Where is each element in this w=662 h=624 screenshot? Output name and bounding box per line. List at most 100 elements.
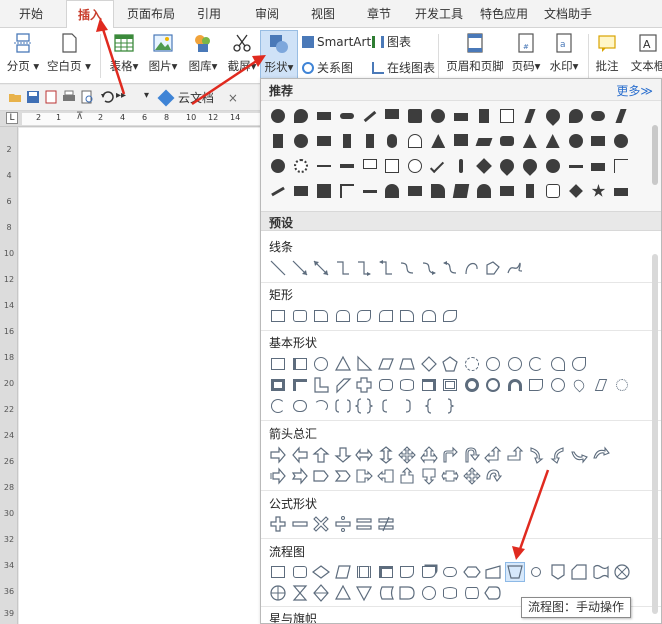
recommended-shape[interactable] [359, 155, 381, 177]
recommended-shape[interactable] [313, 180, 335, 202]
flowchart-card-shape[interactable] [570, 563, 588, 581]
right-arrow-shape[interactable] [269, 446, 287, 464]
recommended-shape[interactable] [587, 180, 609, 202]
recommended-shape[interactable] [313, 155, 335, 177]
elbow-double-arrow-shape[interactable] [377, 259, 395, 277]
curved-left-arrow-shape[interactable] [549, 446, 567, 464]
blank-page-button[interactable]: 空白页 ▾ [44, 30, 94, 82]
lightning-bolt-shape[interactable] [592, 376, 610, 394]
smiley-face-shape[interactable] [549, 376, 567, 394]
elbow-arrow-connector-shape[interactable] [355, 259, 373, 277]
recommended-shape[interactable] [565, 130, 587, 152]
left-arrow-shape[interactable] [291, 446, 309, 464]
recommended-shape[interactable] [473, 130, 495, 152]
donut-shape[interactable] [463, 376, 481, 394]
right-arrow-callout-shape[interactable] [355, 467, 373, 485]
flowchart-display-shape[interactable] [484, 584, 502, 602]
recommended-shape[interactable] [542, 180, 564, 202]
tab-references[interactable]: 引用 [192, 0, 226, 28]
close-tab-icon[interactable]: × [228, 91, 238, 105]
flowchart-offpage-connector-shape[interactable] [549, 563, 567, 581]
pentagon-shape[interactable] [441, 355, 459, 373]
divide-equation-shape[interactable] [334, 515, 352, 533]
vertical-ruler[interactable]: 2 4 6 8 10 12 14 16 18 20 22 24 26 28 30… [0, 127, 18, 624]
recommended-shape[interactable] [336, 180, 358, 202]
dodecagon-shape[interactable] [506, 355, 524, 373]
arc-shape[interactable] [312, 397, 330, 415]
multiply-equation-shape[interactable] [312, 515, 330, 533]
no-symbol-shape[interactable] [484, 376, 502, 394]
flowchart-alternate-process-shape[interactable] [291, 563, 309, 581]
curved-double-arrow-shape[interactable] [441, 259, 459, 277]
document-page[interactable] [19, 128, 260, 624]
left-up-arrow-shape[interactable] [484, 446, 502, 464]
recommended-shape[interactable] [404, 155, 426, 177]
diamond-shape[interactable] [420, 355, 438, 373]
pie-shape[interactable] [527, 355, 545, 373]
recommended-shape[interactable] [427, 180, 449, 202]
left-right-up-arrow-shape[interactable] [419, 446, 438, 464]
recommended-shape[interactable] [404, 105, 426, 127]
bevel-shape[interactable] [441, 376, 459, 394]
bent-arrow-shape[interactable] [441, 446, 459, 464]
flowchart-delay-shape[interactable] [398, 584, 416, 602]
flowchart-merge-shape[interactable] [355, 584, 373, 602]
recommended-shape[interactable] [473, 180, 495, 202]
page-break-button[interactable]: 分页 ▾ [4, 30, 42, 82]
tab-home[interactable]: 开始 [14, 0, 48, 28]
flowchart-data-shape[interactable] [334, 563, 352, 581]
recommended-shape[interactable] [267, 130, 289, 152]
curved-right-arrow-shape[interactable] [527, 446, 545, 464]
line-shape[interactable] [269, 259, 287, 277]
tab-page-layout[interactable]: 页面布局 [124, 0, 178, 28]
left-brace-shape[interactable] [420, 397, 438, 415]
recommended-shape[interactable] [381, 105, 403, 127]
tab-stop-icon[interactable]: L [6, 112, 18, 124]
oval-shape[interactable] [312, 355, 330, 373]
flowchart-direct-access-storage-shape[interactable] [463, 584, 481, 602]
flowchart-manual-input-shape[interactable] [484, 563, 502, 581]
recommended-shape[interactable] [496, 155, 518, 177]
flowchart-or-shape[interactable] [269, 584, 287, 602]
recommended-shape[interactable] [313, 105, 335, 127]
curved-up-arrow-shape[interactable] [570, 446, 588, 464]
flowchart-internal-storage-shape[interactable] [377, 563, 395, 581]
export-pdf-icon[interactable] [44, 90, 58, 104]
recommended-shape[interactable] [290, 130, 312, 152]
recommended-shape[interactable] [427, 130, 449, 152]
flowchart-collate-shape[interactable] [291, 584, 309, 602]
recommended-shape[interactable] [336, 105, 358, 127]
striped-right-arrow-shape[interactable] [269, 467, 287, 485]
recommended-shape[interactable] [587, 105, 609, 127]
round-same-side-rectangle-shape[interactable] [420, 307, 438, 325]
recommended-scrollbar[interactable] [652, 125, 658, 185]
textbox-shape[interactable] [269, 355, 287, 373]
up-down-arrow-shape[interactable] [377, 446, 395, 464]
recommended-shape[interactable] [587, 130, 609, 152]
recommended-shape[interactable] [610, 130, 632, 152]
tab-section[interactable]: 章节 [362, 0, 396, 28]
left-right-arrow-callout-shape[interactable] [441, 467, 459, 485]
recommended-shape[interactable] [267, 105, 289, 127]
relation-chart-button[interactable]: 关系图 [302, 58, 353, 78]
flowchart-terminator-shape[interactable] [441, 563, 459, 581]
smartart-button[interactable]: SmartArt [302, 32, 371, 52]
recommended-shape[interactable] [587, 155, 609, 177]
recommended-shape[interactable] [450, 155, 472, 177]
recommended-shape[interactable] [473, 105, 495, 127]
recommended-shape[interactable] [610, 155, 632, 177]
snip-round-rectangle-shape[interactable] [377, 307, 395, 325]
half-frame-shape[interactable] [291, 376, 309, 394]
scribble-shape[interactable] [506, 259, 524, 277]
flowchart-sequential-access-storage-shape[interactable] [420, 584, 438, 602]
can-shape[interactable] [398, 376, 416, 394]
recommended-shape[interactable] [359, 105, 381, 127]
freeform-shape[interactable] [484, 259, 502, 277]
flowchart-stored-data-shape[interactable] [377, 584, 395, 602]
flowchart-punched-tape-shape[interactable] [592, 563, 610, 581]
trapezoid-shape[interactable] [398, 355, 416, 373]
l-shape[interactable] [312, 376, 330, 394]
recommended-shape[interactable] [610, 105, 632, 127]
quad-arrow-shape[interactable] [398, 446, 416, 464]
recommended-shape[interactable] [381, 130, 403, 152]
